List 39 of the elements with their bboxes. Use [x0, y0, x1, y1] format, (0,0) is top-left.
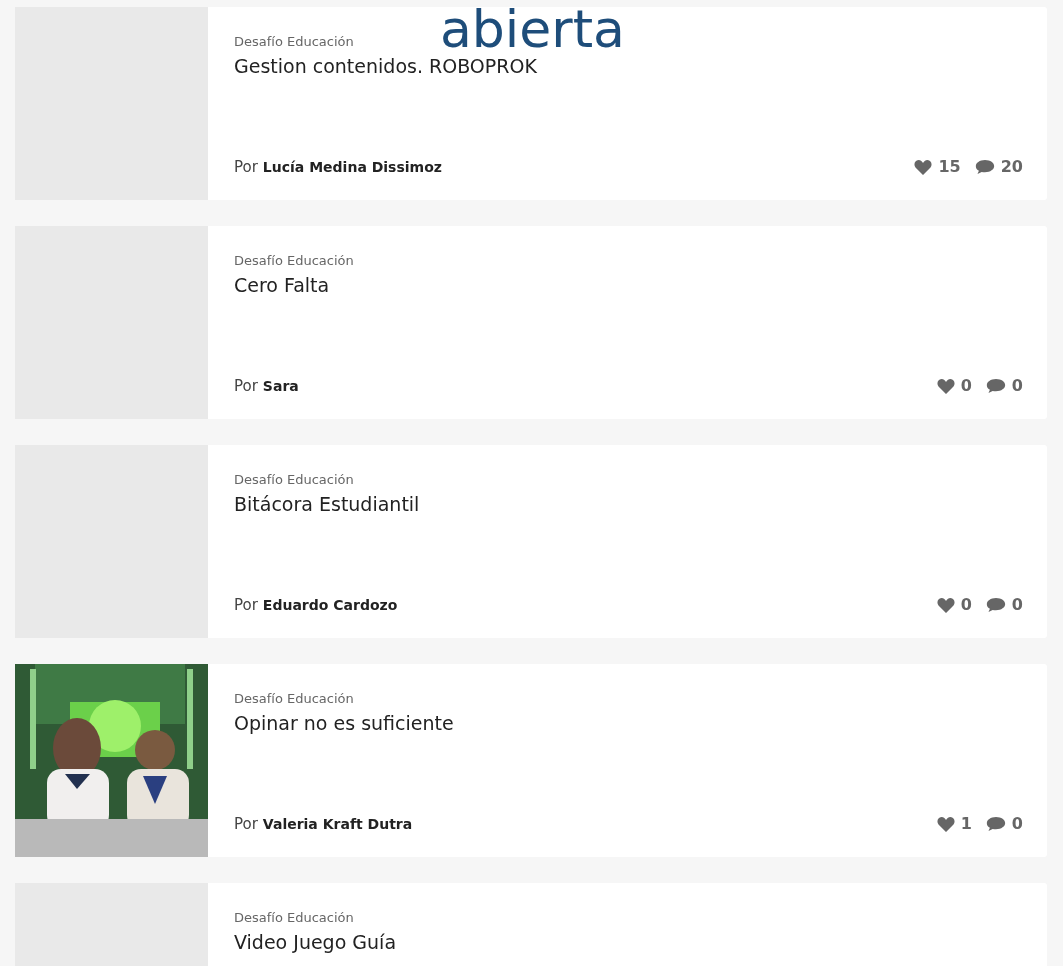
author-name[interactable]: Valeria Kraft Dutra — [262, 815, 413, 832]
comment-icon — [985, 596, 1006, 613]
like-count: 15 — [938, 157, 961, 176]
post-card[interactable]: Desafío Educación Bitácora Estudiantil Por Eduardo Cardozo 0 0 — [15, 445, 1047, 638]
post-title[interactable]: Video Juego Guía — [234, 931, 397, 953]
author-name[interactable]: Eduardo Cardozo — [262, 596, 398, 613]
post-card[interactable]: Desafío Educación Opinar no es suficiente Por Valeria Kraft Dutra 1 0 — [15, 664, 1047, 857]
comment-icon — [985, 815, 1006, 832]
comment-count: 0 — [1011, 595, 1023, 614]
post-category: Desafío Educación — [234, 472, 354, 487]
post-category: Desafío Educación — [234, 910, 354, 925]
like-count: 0 — [960, 376, 972, 395]
author-name[interactable]: Sara — [262, 377, 299, 394]
comment-count: 20 — [1000, 157, 1023, 176]
heart-icon — [936, 815, 955, 832]
post-card[interactable]: Desafío Educación Video Juego Guía — [15, 883, 1047, 966]
post-card[interactable]: Desafío Educación Gestion contenidos. ROBOPROK Por Lucía Medina Dissimoz 15 20 abierta — [15, 7, 1047, 200]
heart-icon — [914, 158, 933, 175]
author-name[interactable]: Lucía Medina Dissimoz — [262, 158, 442, 175]
by-label: Por — [234, 595, 258, 614]
heart-icon — [936, 377, 955, 394]
by-label: Por — [234, 157, 258, 176]
post-title[interactable]: Gestion contenidos. ROBOPROK — [234, 55, 537, 77]
post-card[interactable]: Desafío Educación Cero Falta Por Sara 0 0 — [15, 226, 1047, 419]
by-label: Por — [234, 814, 258, 833]
post-title[interactable]: Bitácora Estudiantil — [234, 493, 420, 515]
comment-count: 0 — [1011, 814, 1023, 833]
comment-icon — [974, 158, 995, 175]
like-count: 1 — [960, 814, 972, 833]
post-category: Desafío Educación — [234, 253, 354, 268]
post-title[interactable]: Opinar no es suficiente — [234, 712, 454, 734]
like-count: 0 — [960, 595, 972, 614]
post-category: Desafío Educación — [234, 691, 354, 706]
post-title[interactable]: Cero Falta — [234, 274, 330, 296]
heart-icon — [936, 596, 955, 613]
post-category: Desafío Educación — [234, 34, 354, 49]
by-label: Por — [234, 376, 258, 395]
comment-count: 0 — [1011, 376, 1023, 395]
comment-icon — [985, 377, 1006, 394]
